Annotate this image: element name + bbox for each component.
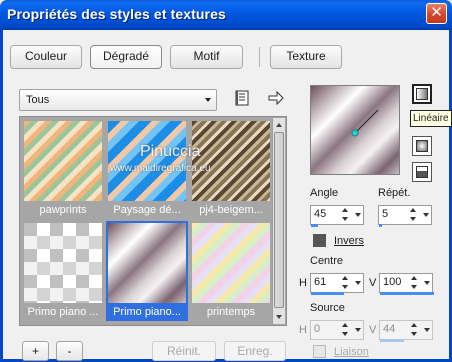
swatch-pawprints[interactable]: pawprints — [22, 119, 104, 219]
watermark-name: Pinuccia — [140, 143, 201, 160]
swatch-thumbnail — [24, 121, 102, 201]
source-v-spinner[interactable]: 44 — [379, 320, 433, 342]
swatch-label: pawprints — [39, 204, 87, 216]
arrow-right-icon[interactable] — [267, 89, 285, 107]
linear-gradient-icon — [416, 88, 428, 100]
centre-v-value: 100 — [383, 276, 402, 288]
angle-label: Angle — [310, 187, 339, 199]
source-v-label: V — [369, 324, 377, 336]
spin-buttons[interactable] — [341, 207, 351, 223]
radial-gradient-icon — [416, 140, 428, 152]
swatch-thumbnail — [24, 223, 102, 303]
spin-buttons[interactable] — [410, 322, 420, 338]
scroll-down-icon[interactable] — [276, 315, 282, 319]
swatch-printemps[interactable]: printemps — [190, 221, 272, 321]
close-button[interactable]: ✕ — [426, 3, 447, 24]
library-scrollbar[interactable] — [272, 118, 285, 324]
tab-separator — [259, 47, 260, 67]
tab-couleur[interactable]: Couleur — [10, 45, 82, 69]
swatch-thumbnail — [192, 121, 270, 201]
spin-buttons[interactable] — [341, 322, 351, 338]
save-button[interactable]: Enreg. — [224, 341, 286, 361]
centre-v-bar — [380, 292, 434, 295]
watermark-url: www.maidiregrafica.eu — [110, 163, 211, 174]
category-dropdown[interactable]: Tous — [19, 89, 217, 111]
link-label: Liaison — [334, 346, 369, 358]
tab-texture[interactable]: Texture — [270, 45, 342, 69]
chevron-down-icon[interactable] — [355, 328, 361, 332]
reset-button[interactable]: Réinit. — [152, 341, 216, 361]
swatch-primo-piano-1[interactable]: Primo piano ... — [22, 221, 104, 321]
swatch-label: Primo piano ... — [27, 306, 99, 318]
remove-gradient-button[interactable]: - — [56, 341, 83, 361]
source-h-label: H — [299, 324, 307, 336]
source-v-bar — [380, 339, 404, 342]
swatch-label: printemps — [206, 306, 256, 318]
repeat-spinner[interactable]: 5 — [378, 205, 432, 227]
source-h-value: 0 — [314, 323, 321, 335]
centre-v-label: V — [369, 277, 377, 289]
angle-spinner[interactable]: 45 — [310, 205, 364, 227]
rectangular-gradient-icon — [416, 166, 428, 178]
link-checkbox[interactable] — [313, 345, 326, 358]
chevron-down-icon — [205, 98, 211, 102]
swatch-primo-piano-2[interactable]: Primo piano... — [106, 221, 188, 321]
close-icon: ✕ — [430, 4, 443, 21]
chevron-down-icon[interactable] — [424, 281, 430, 285]
invert-checkbox[interactable] — [313, 234, 326, 247]
swatch-thumbnail — [106, 221, 188, 305]
gradient-direction-icon[interactable] — [311, 86, 401, 176]
chevron-down-icon[interactable] — [355, 281, 361, 285]
title-bar: Propriétés des styles et textures ✕ — [0, 0, 452, 30]
invert-label: Invers — [334, 235, 364, 247]
repeat-label: Répét. — [378, 187, 411, 199]
rectangular-style-button[interactable] — [412, 162, 432, 182]
tab-motif[interactable]: Motif — [170, 45, 243, 69]
scroll-up-icon[interactable] — [276, 123, 282, 127]
centre-h-bar — [311, 292, 344, 295]
repeat-value: 5 — [382, 208, 389, 220]
angle-value: 45 — [314, 208, 327, 220]
source-label: Source — [310, 302, 345, 314]
scroll-thumb[interactable] — [274, 132, 284, 308]
radial-style-button[interactable] — [412, 136, 432, 156]
centre-label: Centre — [310, 255, 344, 267]
spin-buttons[interactable] — [410, 275, 420, 291]
centre-h-value: 61 — [314, 276, 327, 288]
swatch-label: pj4-beigem... — [199, 204, 263, 216]
chevron-down-icon[interactable] — [355, 213, 361, 217]
gradient-preview[interactable] — [310, 85, 400, 175]
spin-buttons[interactable] — [341, 275, 351, 291]
centre-v-spinner[interactable]: 100 — [379, 273, 434, 295]
swatch-thumbnail — [192, 223, 270, 303]
linear-style-button[interactable] — [412, 84, 432, 104]
style-tooltip: Linéaire — [410, 110, 452, 127]
angle-bar — [311, 224, 318, 227]
source-v-value: 44 — [383, 323, 396, 335]
spin-buttons[interactable] — [409, 207, 419, 223]
add-gradient-button[interactable]: + — [22, 341, 49, 361]
swatch-label: Paysage dé... — [113, 204, 181, 216]
tab-degrade[interactable]: Dégradé — [90, 45, 162, 69]
category-selected: Tous — [26, 94, 50, 106]
centre-h-label: H — [299, 277, 307, 289]
swatch-thumbnail — [108, 121, 186, 201]
chevron-down-icon[interactable] — [423, 213, 429, 217]
chevron-down-icon[interactable] — [424, 328, 430, 332]
library-icon[interactable] — [233, 89, 251, 107]
swatch-label: Primo piano... — [106, 305, 188, 321]
window-title: Propriétés des styles et textures — [7, 6, 226, 22]
repeat-bar — [379, 224, 382, 227]
source-h-spinner[interactable]: 0 — [310, 320, 364, 340]
centre-h-spinner[interactable]: 61 — [310, 273, 364, 295]
